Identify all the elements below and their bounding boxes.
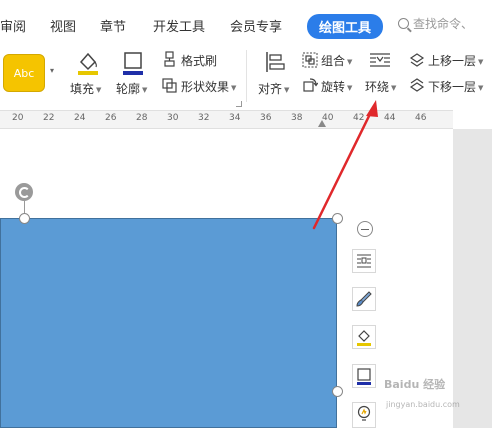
float-fill-button[interactable]	[352, 325, 376, 349]
align-button[interactable]: 对齐 ▼	[258, 80, 289, 97]
brush-icon	[356, 291, 372, 307]
float-tips-button[interactable]	[352, 402, 376, 428]
fill-bucket-icon[interactable]	[76, 50, 100, 76]
search-box[interactable]: 查找命令、	[398, 15, 473, 32]
group-icon	[302, 52, 318, 68]
ruler-indent-marker[interactable]	[318, 120, 326, 127]
align-caret-icon: ▼	[284, 86, 290, 94]
resize-handle-right[interactable]	[332, 386, 343, 397]
float-style-button[interactable]	[352, 287, 376, 311]
send-backward-caret-icon: ▼	[478, 84, 484, 92]
text-wrap-icon	[370, 53, 390, 67]
text-wrap-icon	[357, 254, 371, 268]
collapse-toolbar-icon[interactable]	[357, 221, 373, 237]
menu-review[interactable]: 审阅	[0, 16, 26, 35]
baidu-watermark: Baidu 经验	[384, 378, 446, 391]
menu-bar: 审阅 视图 章节 开发工具 会员专享 绘图工具 查找命令、	[0, 0, 492, 44]
page-gutter	[453, 129, 492, 428]
ruler-tick: 30	[167, 113, 179, 123]
tab-drawing-tools[interactable]: 绘图工具	[307, 14, 384, 39]
send-backward-icon	[409, 78, 425, 92]
menu-member[interactable]: 会员专享	[230, 16, 282, 35]
fill-button[interactable]: 填充 ▼	[70, 80, 101, 97]
rotate-icon	[303, 78, 318, 92]
ruler-tick: 32	[198, 113, 210, 123]
float-outline-button[interactable]	[352, 364, 376, 388]
search-placeholder: 查找命令、	[413, 17, 474, 31]
menu-view[interactable]: 视图	[50, 16, 76, 35]
dialog-launcher-icon[interactable]	[236, 101, 242, 107]
wrap-button[interactable]: 环绕 ▼	[365, 78, 396, 95]
ruler-tick: 28	[136, 113, 148, 123]
rotate-label: 旋转	[321, 80, 346, 94]
float-wrap-button[interactable]	[352, 249, 376, 273]
shape-effects-button[interactable]: 形状效果 ▼	[181, 78, 236, 95]
send-backward-button[interactable]: 下移一层 ▼	[428, 78, 483, 95]
format-painter-icon	[164, 51, 175, 67]
outline-icon[interactable]	[121, 50, 145, 76]
format-painter-button[interactable]: 格式刷	[181, 52, 217, 69]
bring-forward-button[interactable]: 上移一层 ▼	[428, 52, 483, 69]
ruler-tick: 46	[415, 113, 427, 123]
fill-caret-icon: ▼	[96, 86, 102, 94]
ruler-tick: 34	[229, 113, 241, 123]
shape-style-swatch[interactable]: Abc	[3, 54, 45, 92]
ruler-tick: 26	[105, 113, 117, 123]
shape-effects-caret-icon: ▼	[231, 84, 237, 92]
outline-caret-icon: ▼	[142, 86, 148, 94]
align-icon[interactable]	[264, 50, 286, 74]
ribbon-separator	[246, 50, 247, 102]
rotate-button[interactable]: 旋转 ▼	[321, 78, 352, 95]
rotate-handle-icon[interactable]	[15, 183, 33, 201]
shape-effects-label: 形状效果	[181, 80, 230, 94]
resize-handle-top-left[interactable]	[19, 213, 30, 224]
menu-developer-tools[interactable]: 开发工具	[153, 16, 205, 35]
group-label: 组合	[321, 54, 346, 68]
bring-forward-icon	[409, 53, 425, 67]
align-label: 对齐	[258, 82, 283, 96]
resize-handle-top-right[interactable]	[332, 213, 343, 224]
bring-forward-caret-icon: ▼	[478, 58, 484, 66]
ruler-tick: 44	[384, 113, 396, 123]
swatch-more-icon[interactable]: ▾	[50, 66, 54, 75]
bring-forward-label: 上移一层	[428, 54, 477, 68]
outline-label: 轮廓	[116, 82, 141, 96]
menu-section[interactable]: 章节	[100, 16, 126, 35]
ruler-tick: 38	[291, 113, 303, 123]
wrap-label: 环绕	[365, 80, 390, 94]
ribbon: Abc ▾ 填充 ▼ 轮廓 ▼ 格式刷 形状效果 ▼ 对齐 ▼ 组合 ▼ 旋转 …	[0, 44, 492, 108]
group-caret-icon: ▼	[347, 58, 353, 66]
ruler-tick: 22	[43, 113, 55, 123]
outline-button[interactable]: 轮廓 ▼	[116, 80, 147, 97]
horizontal-ruler[interactable]: 20 22 24 26 28 30 32 34 36 38 40 42 44 4…	[0, 110, 453, 129]
selected-rectangle-shape[interactable]	[0, 218, 337, 428]
send-backward-label: 下移一层	[428, 80, 477, 94]
shape-effects-icon	[162, 78, 177, 93]
ruler-tick: 42	[353, 113, 365, 123]
baidu-watermark-url: jingyan.baidu.com	[386, 400, 460, 409]
group-button[interactable]: 组合 ▼	[321, 52, 352, 69]
ruler-tick: 24	[74, 113, 86, 123]
wrap-caret-icon: ▼	[391, 84, 397, 92]
ruler-tick: 20	[12, 113, 24, 123]
fill-bucket-icon	[357, 330, 371, 346]
outline-icon	[357, 368, 371, 385]
fill-label: 填充	[70, 82, 95, 96]
lightbulb-icon	[357, 405, 371, 421]
rotate-caret-icon: ▼	[347, 84, 353, 92]
search-icon	[398, 18, 409, 29]
ruler-tick: 36	[260, 113, 272, 123]
